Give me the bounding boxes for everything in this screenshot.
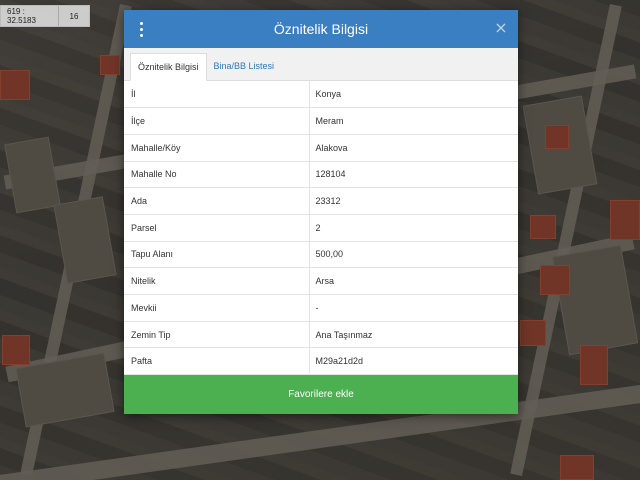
attr-key: Ada: [124, 187, 310, 215]
attr-value: M29a21d2d: [309, 347, 518, 376]
attr-value: Ana Taşınmaz: [309, 321, 518, 349]
table-row: Parsel 2: [124, 214, 518, 242]
attribute-info-dialog: Öznitelik Bilgisi × Öznitelik Bilgisi Bi…: [124, 10, 518, 414]
attr-key: Tapu Alanı: [124, 241, 310, 269]
table-row: Ada 23312: [124, 187, 518, 215]
add-favorite-button[interactable]: Favorilere ekle: [124, 375, 518, 414]
table-row: Nitelik Arsa: [124, 267, 518, 295]
attr-key: Mevkii: [124, 294, 310, 322]
table-row: İl Konya: [124, 80, 518, 109]
attr-value: Konya: [309, 80, 518, 109]
kebab-menu-icon[interactable]: [124, 10, 158, 48]
close-icon[interactable]: ×: [492, 19, 510, 37]
dialog-header: Öznitelik Bilgisi ×: [124, 10, 518, 48]
table-row: Mahalle No 128104: [124, 161, 518, 189]
table-row: Pafta M29a21d2d: [124, 347, 518, 376]
coordinate-display: 619 : 32.5183 16: [0, 5, 90, 27]
attribute-table: İl Konya İlçe Meram Mahalle/Köy Alakova Mah…: [124, 80, 518, 376]
zoom-level: 16: [69, 11, 79, 21]
dialog-tabs: Öznitelik Bilgisi Bina/BB Listesi: [124, 48, 518, 81]
table-row: İlçe Meram: [124, 107, 518, 135]
attr-value: 23312: [309, 187, 518, 215]
attr-key: Mahalle No: [124, 161, 310, 189]
attr-value: Arsa: [309, 267, 518, 295]
attr-value: 128104: [309, 161, 518, 189]
attr-key: İlçe: [124, 107, 310, 135]
attr-value: -: [309, 294, 518, 322]
table-row: Mahalle/Köy Alakova: [124, 134, 518, 162]
attr-key: Pafta: [124, 347, 310, 376]
coordinate-readout: 619 : 32.5183: [1, 6, 59, 26]
attr-value: 500,00: [309, 241, 518, 269]
attr-value: 2: [309, 214, 518, 242]
table-row: Mevkii -: [124, 294, 518, 322]
attr-key: Nitelik: [124, 267, 310, 295]
attr-value: Alakova: [309, 134, 518, 162]
table-row: Zemin Tip Ana Taşınmaz: [124, 321, 518, 349]
attr-value: Meram: [309, 107, 518, 135]
table-row: Tapu Alanı 500,00: [124, 241, 518, 269]
attr-key: Zemin Tip: [124, 321, 310, 349]
tab-attribute-info[interactable]: Öznitelik Bilgisi: [130, 52, 207, 81]
attr-key: Mahalle/Köy: [124, 134, 310, 162]
tab-building-list[interactable]: Bina/BB Listesi: [207, 52, 282, 80]
dialog-title: Öznitelik Bilgisi: [273, 21, 369, 37]
attr-key: Parsel: [124, 214, 310, 242]
attr-key: İl: [124, 80, 310, 109]
